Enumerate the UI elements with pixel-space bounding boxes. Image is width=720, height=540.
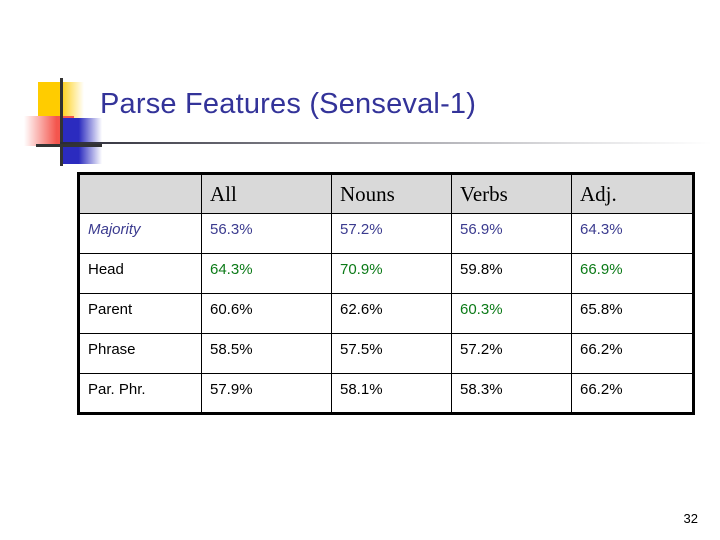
row-label: Par. Phr. <box>78 373 202 414</box>
parse-features-table: All Nouns Verbs Adj. Majority 56.3% 57.2% 5… <box>77 172 695 415</box>
table-cell-value: 66.2% <box>571 333 694 374</box>
logo-blue-square <box>62 118 102 164</box>
column-header-nouns: Nouns <box>331 173 452 214</box>
table-row: Phrase 58.5% 57.5% 57.2% 66.2% <box>78 333 694 374</box>
table-cell-value: 57.9% <box>201 373 332 414</box>
column-header-adj: Adj. <box>571 173 694 214</box>
column-header-all: All <box>201 173 332 214</box>
table-header: All Nouns Verbs Adj. <box>78 173 694 214</box>
table-cell-value: 58.5% <box>201 333 332 374</box>
logo-vertical-line <box>60 78 63 166</box>
row-label: Parent <box>78 293 202 334</box>
row-label: Head <box>78 253 202 294</box>
table-row: Par. Phr. 57.9% 58.1% 58.3% 66.2% <box>78 373 694 414</box>
table-cell-value: 58.3% <box>451 373 572 414</box>
table-header-row: All Nouns Verbs Adj. <box>78 173 694 214</box>
results-table-container: All Nouns Verbs Adj. Majority 56.3% 57.2% 5… <box>77 172 695 415</box>
column-header-feature <box>78 173 202 214</box>
table-row: Majority 56.3% 57.2% 56.9% 64.3% <box>78 213 694 254</box>
title-divider-rule <box>60 142 712 144</box>
column-header-verbs: Verbs <box>451 173 572 214</box>
table-cell-value: 60.3% <box>451 293 572 334</box>
slide-header: Parse Features (Senseval-1) <box>0 0 720 172</box>
table-cell-value: 66.9% <box>571 253 694 294</box>
table-cell-value: 62.6% <box>331 293 452 334</box>
row-label: Majority <box>78 213 202 254</box>
table-cell-value: 58.1% <box>331 373 452 414</box>
table-cell-value: 64.3% <box>571 213 694 254</box>
table-body: Majority 56.3% 57.2% 56.9% 64.3% Head 64.3% 70.… <box>78 213 694 414</box>
table-cell-value: 66.2% <box>571 373 694 414</box>
table-cell-value: 59.8% <box>451 253 572 294</box>
table-row: Head 64.3% 70.9% 59.8% 66.9% <box>78 253 694 294</box>
page-title: Parse Features (Senseval-1) <box>100 88 477 120</box>
row-label: Phrase <box>78 333 202 374</box>
table-cell-value: 57.2% <box>451 333 572 374</box>
table-cell-value: 57.5% <box>331 333 452 374</box>
table-row: Parent 60.6% 62.6% 60.3% 65.8% <box>78 293 694 334</box>
slide-logo <box>24 78 102 166</box>
table-cell-value: 56.9% <box>451 213 572 254</box>
table-cell-value: 60.6% <box>201 293 332 334</box>
table-cell-value: 56.3% <box>201 213 332 254</box>
table-cell-value: 64.3% <box>201 253 332 294</box>
table-cell-value: 70.9% <box>331 253 452 294</box>
table-cell-value: 65.8% <box>571 293 694 334</box>
table-cell-value: 57.2% <box>331 213 452 254</box>
logo-horizontal-line <box>36 144 102 147</box>
page-number: 32 <box>683 511 698 526</box>
